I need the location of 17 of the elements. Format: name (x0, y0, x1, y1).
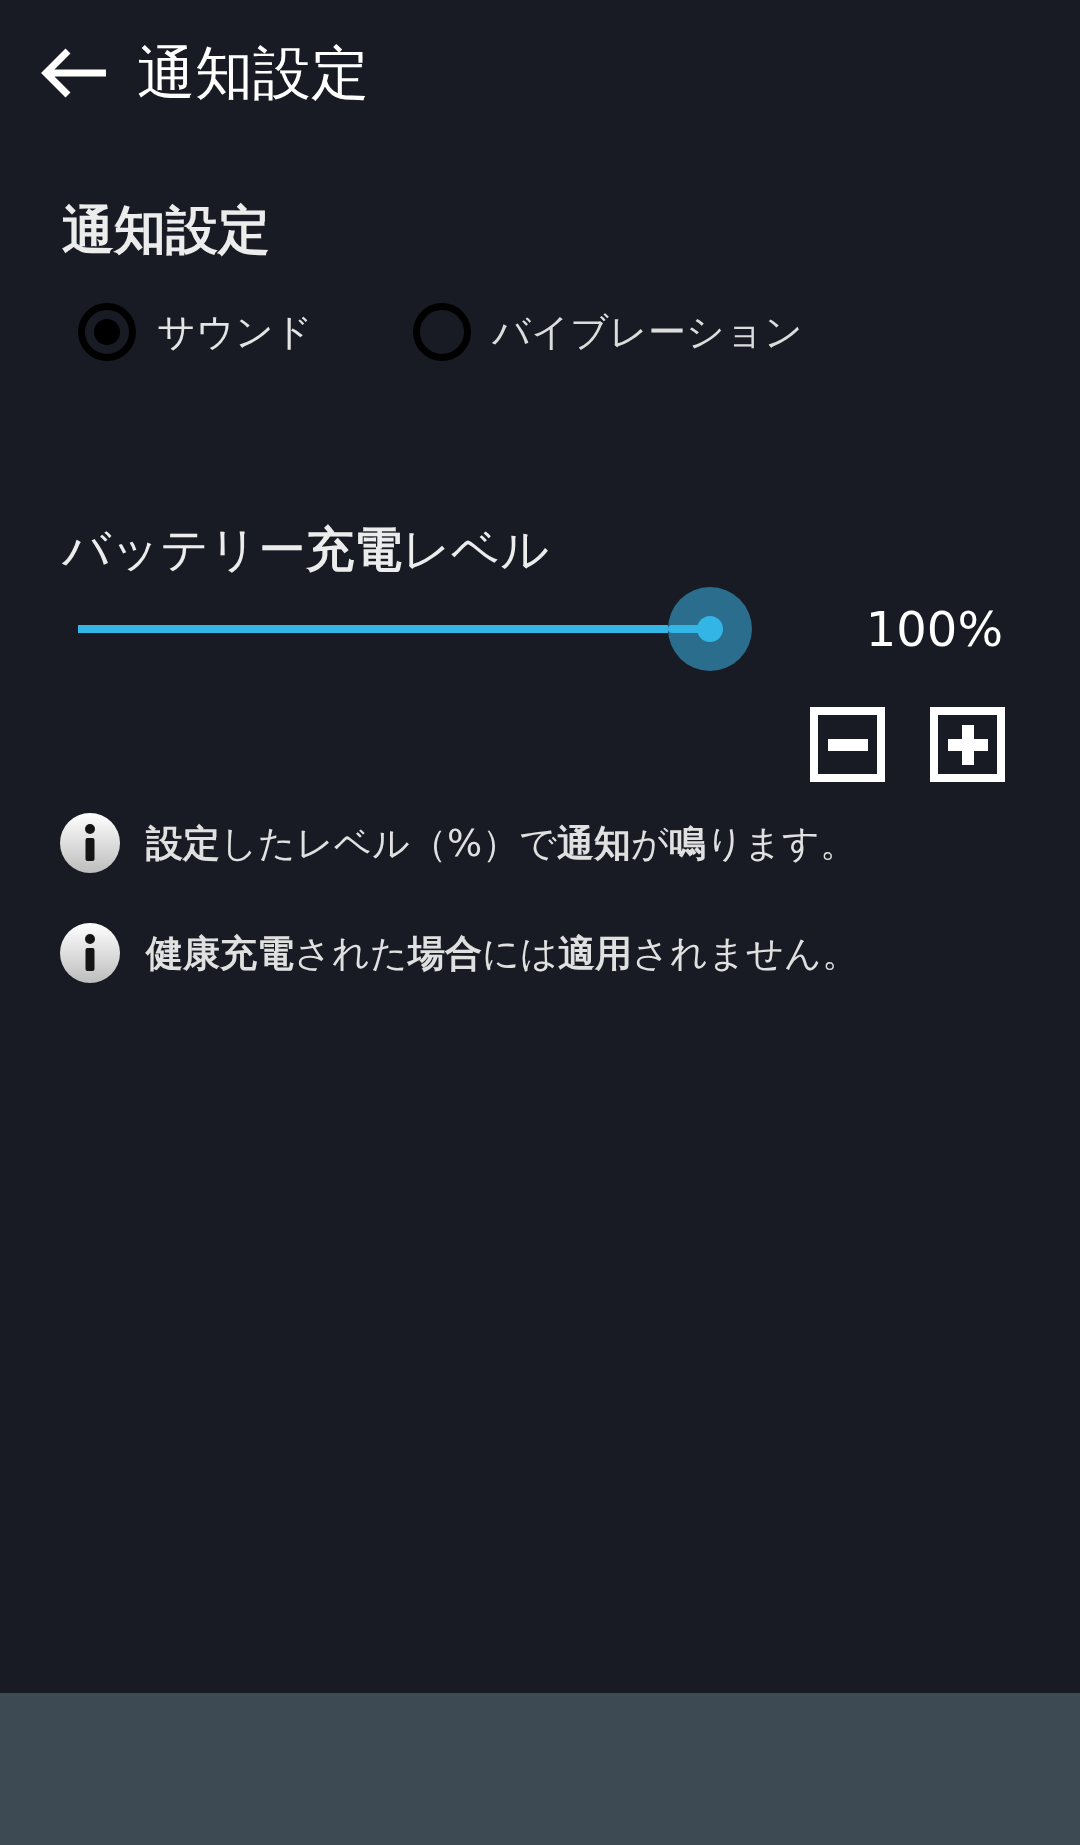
section-heading: バッテリー充電レベル (62, 522, 549, 576)
radio-button[interactable] (78, 303, 136, 361)
level-reading: 100% (865, 605, 1003, 653)
decrease-button[interactable] (810, 707, 885, 782)
info-text: 健康充電された場合には適用されません。 (146, 934, 859, 972)
section-heading: 通知設定 (62, 201, 270, 259)
screen-title: 通知設定 (137, 43, 369, 102)
radio-button[interactable] (413, 303, 471, 361)
info-icon (60, 813, 120, 873)
minus-icon (827, 738, 868, 751)
plus-icon (947, 724, 988, 765)
radio-label[interactable]: サウンド (157, 313, 313, 351)
info-text: 設定したレベル（%）で通知が鳴ります。 (146, 824, 858, 862)
back-arrow-icon[interactable] (40, 46, 108, 99)
increase-button[interactable] (930, 707, 1005, 782)
info-icon (60, 923, 120, 983)
radio-label[interactable]: バイブレーション (492, 313, 803, 351)
